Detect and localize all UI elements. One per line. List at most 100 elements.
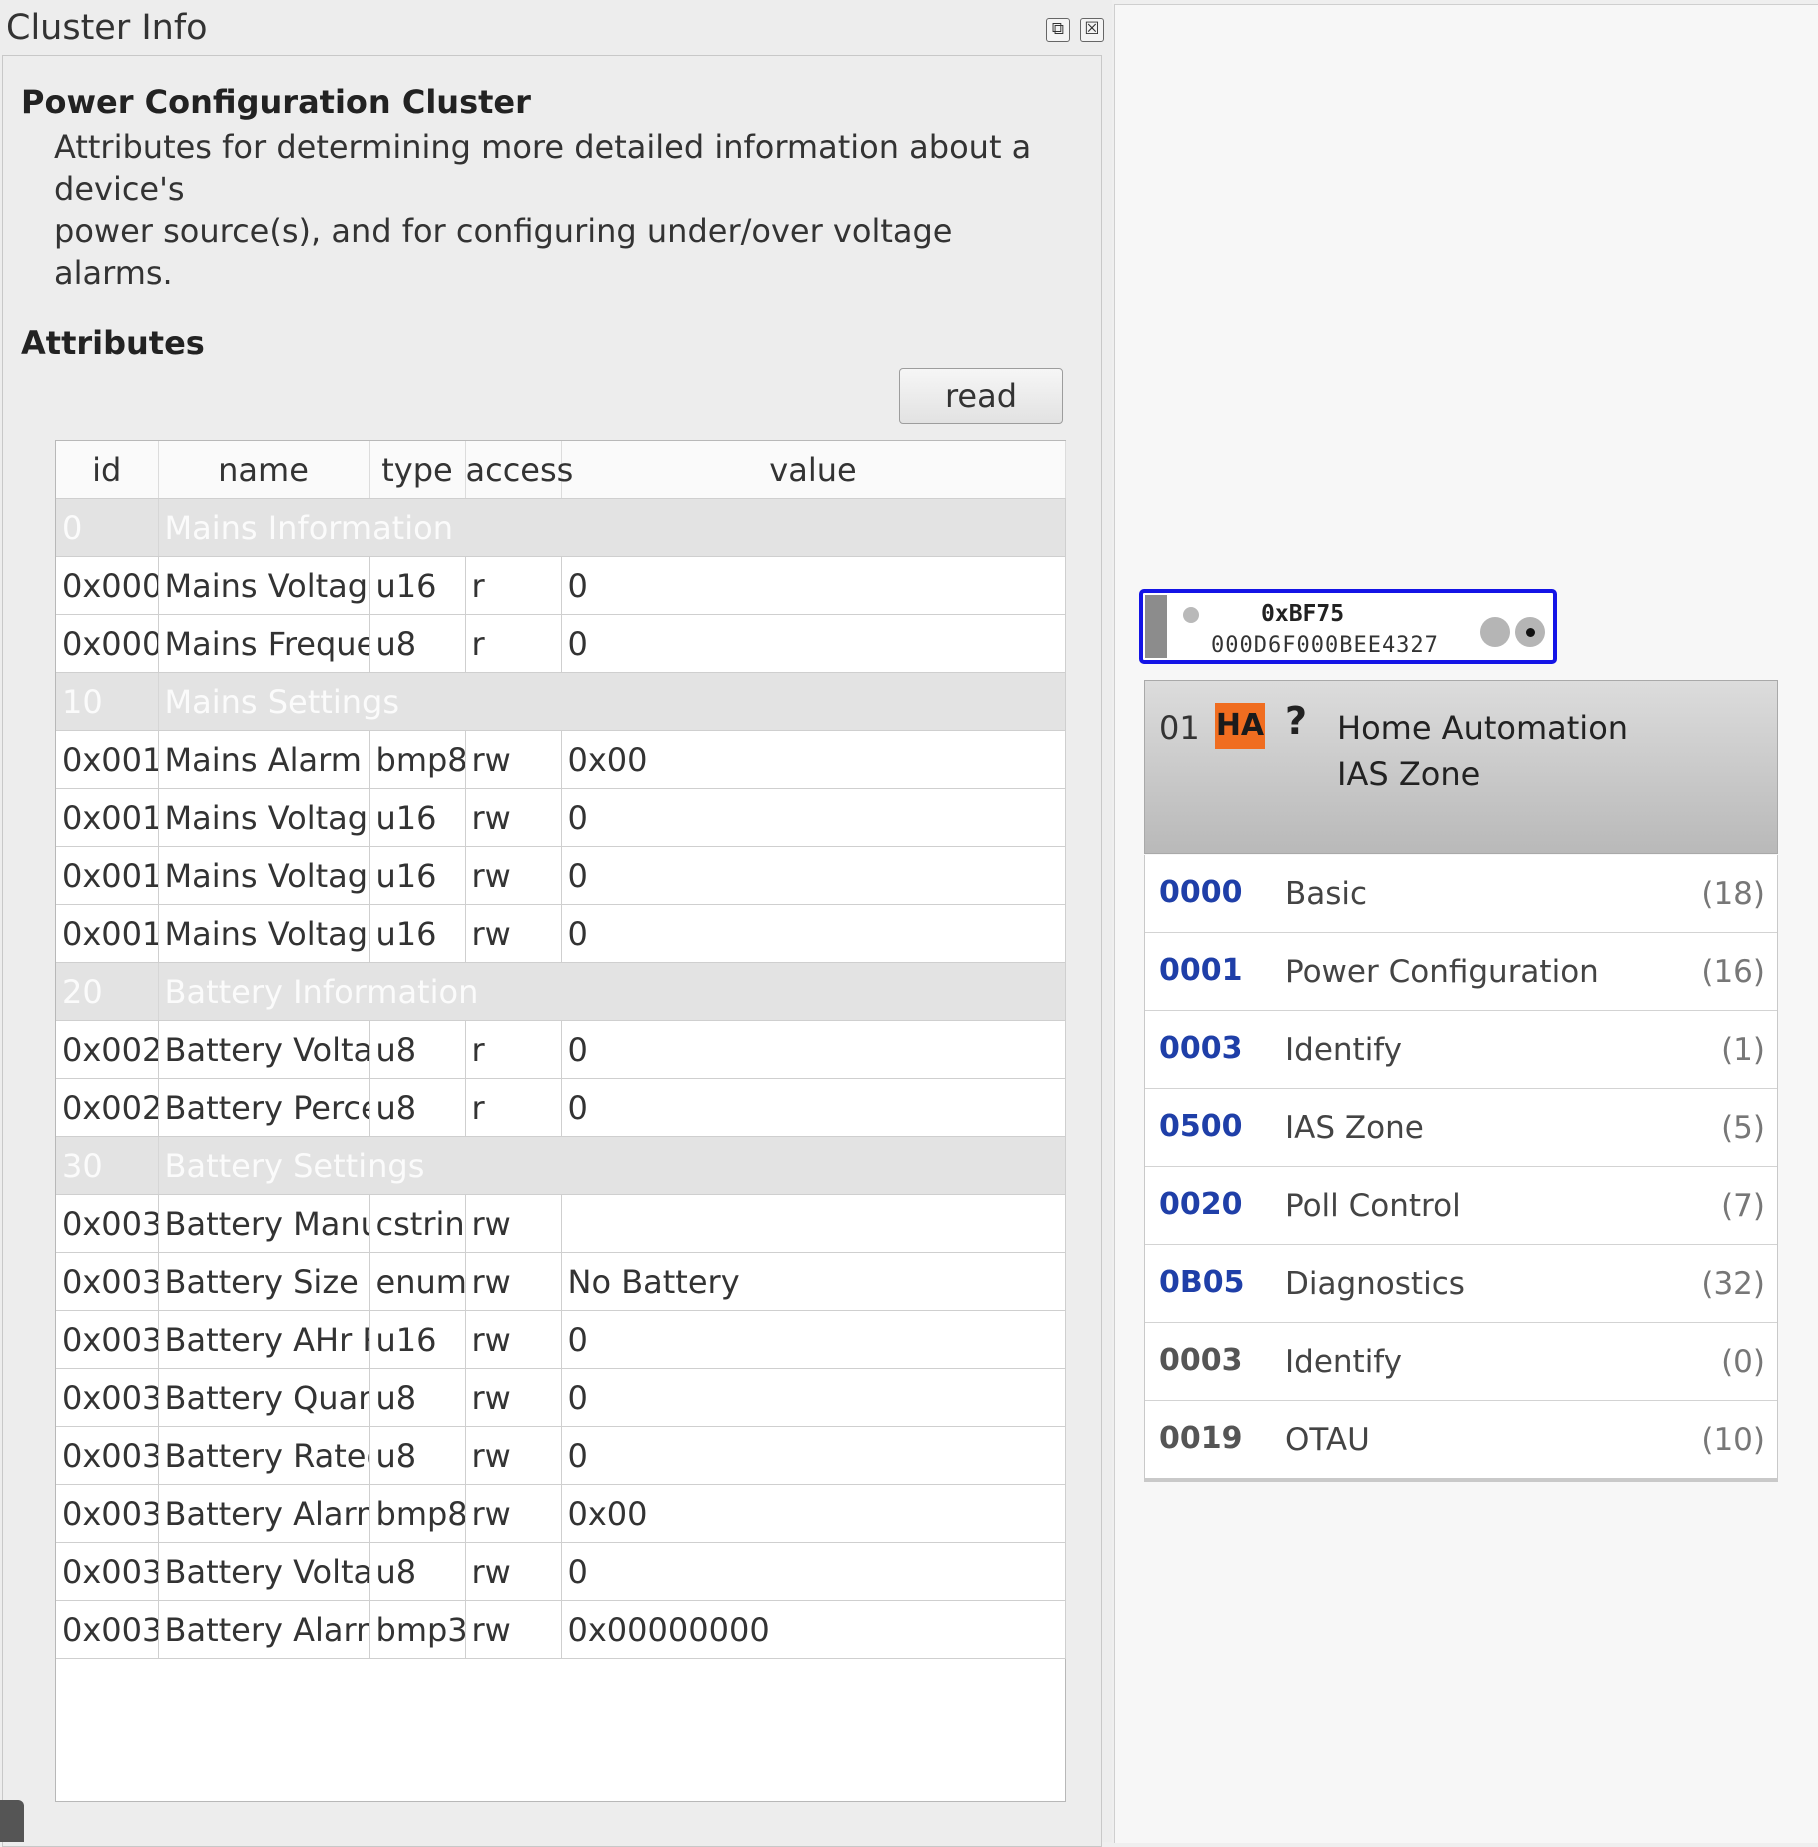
cluster-list-item[interactable]: 0500 IAS Zone (5) bbox=[1145, 1089, 1777, 1167]
cluster-info-dock: Cluster Info ⧉ ☒ Power Configuration Clu… bbox=[0, 0, 1112, 1847]
attribute-value-cell[interactable]: 0 bbox=[561, 1368, 1066, 1427]
attribute-name-cell: Mains Voltage ... bbox=[158, 904, 370, 963]
attribute-access-cell: rw bbox=[465, 1600, 562, 1659]
attribute-row[interactable]: 0x0021Battery Percent...u8r0 bbox=[56, 1078, 1066, 1137]
column-header[interactable]: id bbox=[56, 441, 159, 499]
cluster-attribute-count: (0) bbox=[1721, 1344, 1765, 1380]
attribute-group-row[interactable]: 20 Battery Information bbox=[56, 962, 1066, 1021]
attribute-group-row[interactable]: 30 Battery Settings bbox=[56, 1136, 1066, 1195]
float-dock-icon[interactable]: ⧉ bbox=[1046, 18, 1070, 42]
attribute-value-cell[interactable]: 0x00 bbox=[561, 1484, 1066, 1543]
attribute-row[interactable]: 0x0001Mains Frequen...u8r0 bbox=[56, 614, 1066, 673]
attribute-row[interactable]: 0x0032Battery AHr Ra...u16rw0 bbox=[56, 1310, 1066, 1369]
attribute-id-cell: 0x0000 bbox=[56, 556, 159, 615]
corner-tab[interactable] bbox=[0, 1800, 24, 1842]
attribute-value-cell[interactable]: 0 bbox=[561, 1310, 1066, 1369]
attribute-name-cell: Mains Voltage ... bbox=[158, 788, 370, 847]
cluster-list-item[interactable]: 0020 Poll Control (7) bbox=[1145, 1167, 1777, 1245]
column-header[interactable]: value bbox=[561, 441, 1066, 499]
attribute-value-cell[interactable]: 0 bbox=[561, 788, 1066, 847]
attribute-type-cell: u16 bbox=[369, 1310, 466, 1369]
attribute-access-cell: rw bbox=[465, 904, 562, 963]
endpoint-profile: Home Automation bbox=[1337, 709, 1629, 747]
node-header[interactable]: 0xBF75 000D6F000BEE4327 bbox=[1139, 589, 1557, 664]
column-header[interactable]: type bbox=[369, 441, 466, 499]
attribute-id-cell: 0x003E bbox=[56, 1600, 159, 1659]
attribute-access-cell: r bbox=[465, 1078, 562, 1137]
attributes-table[interactable]: id name type access value 0 Mains Information… bbox=[55, 440, 1066, 1802]
cluster-name: IAS Zone bbox=[1285, 1110, 1424, 1146]
cluster-id: 0000 bbox=[1159, 875, 1243, 910]
attribute-row[interactable]: 0x0030Battery Manuf...cstringrw bbox=[56, 1194, 1066, 1253]
ha-profile-badge: HA bbox=[1215, 703, 1265, 749]
group-id-cell: 10 bbox=[56, 672, 159, 731]
cluster-id: 0500 bbox=[1159, 1109, 1243, 1144]
attribute-row[interactable]: 0x0012Mains Voltage ...u16rw0 bbox=[56, 846, 1066, 905]
cluster-name: Poll Control bbox=[1285, 1188, 1461, 1224]
column-header[interactable]: access bbox=[465, 441, 573, 499]
attribute-value-cell[interactable] bbox=[561, 1194, 1066, 1253]
cluster-list-item[interactable]: 0000 Basic (18) bbox=[1145, 855, 1777, 933]
attribute-value-cell[interactable]: 0 bbox=[561, 1078, 1066, 1137]
attribute-value-cell[interactable]: 0 bbox=[561, 1020, 1066, 1079]
dock-title: Cluster Info bbox=[6, 8, 208, 48]
attribute-value-cell[interactable]: 0x00000000 bbox=[561, 1600, 1066, 1659]
node-mac-address: 000D6F000BEE4327 bbox=[1211, 633, 1439, 658]
cluster-list-item[interactable]: 0003 Identify (0) bbox=[1145, 1323, 1777, 1401]
attribute-row[interactable]: 0x0011Mains Voltage ...u16rw0 bbox=[56, 788, 1066, 847]
attribute-name-cell: Battery Percent... bbox=[158, 1078, 370, 1137]
read-button[interactable]: read bbox=[899, 368, 1063, 424]
attribute-value-cell[interactable]: No Battery bbox=[561, 1252, 1066, 1311]
endpoint-header[interactable]: 01 HA ? Home Automation IAS Zone bbox=[1144, 680, 1778, 854]
group-id-cell: 20 bbox=[56, 962, 159, 1021]
attribute-value-cell[interactable]: 0 bbox=[561, 556, 1066, 615]
question-mark-icon: ? bbox=[1285, 699, 1308, 743]
attribute-id-cell: 0x0034 bbox=[56, 1426, 159, 1485]
attribute-row[interactable]: 0x0013Mains Voltage ...u16rw0 bbox=[56, 904, 1066, 963]
attribute-value-cell[interactable]: 0 bbox=[561, 1542, 1066, 1601]
attribute-value-cell[interactable]: 0 bbox=[561, 1426, 1066, 1485]
attribute-value-cell[interactable]: 0 bbox=[561, 904, 1066, 963]
cluster-name: Power Configuration bbox=[1285, 954, 1599, 990]
endpoint-number: 01 bbox=[1159, 709, 1200, 747]
attribute-group-row[interactable]: 10 Mains Settings bbox=[56, 672, 1066, 731]
attribute-type-cell: bmp8 bbox=[369, 730, 466, 789]
cluster-description: Attributes for determining more detailed… bbox=[54, 128, 1032, 292]
attribute-row[interactable]: 0x0035Battery Alarm ...bmp8rw0x00 bbox=[56, 1484, 1066, 1543]
close-dock-icon[interactable]: ☒ bbox=[1080, 18, 1104, 42]
attribute-row[interactable]: 0x0031Battery Sizeenum8rwNo Battery bbox=[56, 1252, 1066, 1311]
attribute-id-cell: 0x0010 bbox=[56, 730, 159, 789]
attribute-row[interactable]: 0x0010Mains Alarm ...bmp8rw0x00 bbox=[56, 730, 1066, 789]
attribute-value-cell[interactable]: 0 bbox=[561, 614, 1066, 673]
node-socket-icon[interactable] bbox=[1480, 617, 1510, 647]
cluster-list-item[interactable]: 0001 Power Configuration (16) bbox=[1145, 933, 1777, 1011]
node-led-icon bbox=[1183, 607, 1199, 623]
column-header[interactable]: name bbox=[158, 441, 370, 499]
cluster-list-item[interactable]: 0019 OTAU (10) bbox=[1145, 1401, 1777, 1481]
attribute-row[interactable]: 0x0036Battery Voltag...u8rw0 bbox=[56, 1542, 1066, 1601]
cluster-list-item[interactable]: 0B05 Diagnostics (32) bbox=[1145, 1245, 1777, 1323]
attribute-access-cell: rw bbox=[465, 1426, 562, 1485]
attribute-type-cell: u16 bbox=[369, 846, 466, 905]
attribute-access-cell: rw bbox=[465, 1310, 562, 1369]
attribute-type-cell: enum8 bbox=[369, 1252, 466, 1311]
attribute-group-row[interactable]: 0 Mains Information bbox=[56, 498, 1066, 557]
attribute-access-cell: r bbox=[465, 1020, 562, 1079]
node-link-socket-icon[interactable] bbox=[1515, 617, 1545, 647]
attribute-row[interactable]: 0x003EBattery Alarm ...bmp32rw0x00000000 bbox=[56, 1600, 1066, 1659]
attribute-row[interactable]: 0x0020Battery Voltageu8r0 bbox=[56, 1020, 1066, 1079]
attribute-name-cell: Battery AHr Ra... bbox=[158, 1310, 370, 1369]
attribute-row[interactable]: 0x0033Battery Quantityu8rw0 bbox=[56, 1368, 1066, 1427]
attribute-access-cell: rw bbox=[465, 1194, 562, 1253]
attribute-id-cell: 0x0020 bbox=[56, 1020, 159, 1079]
attribute-name-cell: Mains Frequen... bbox=[158, 614, 370, 673]
attribute-access-cell: rw bbox=[465, 1368, 562, 1427]
group-id-cell: 0 bbox=[56, 498, 159, 557]
attribute-value-cell[interactable]: 0x00 bbox=[561, 730, 1066, 789]
cluster-list-item[interactable]: 0003 Identify (1) bbox=[1145, 1011, 1777, 1089]
attribute-access-cell: rw bbox=[465, 788, 562, 847]
attribute-name-cell: Mains Alarm ... bbox=[158, 730, 370, 789]
attribute-row[interactable]: 0x0034Battery Rated ...u8rw0 bbox=[56, 1426, 1066, 1485]
attribute-value-cell[interactable]: 0 bbox=[561, 846, 1066, 905]
attribute-row[interactable]: 0x0000Mains Voltageu16r0 bbox=[56, 556, 1066, 615]
